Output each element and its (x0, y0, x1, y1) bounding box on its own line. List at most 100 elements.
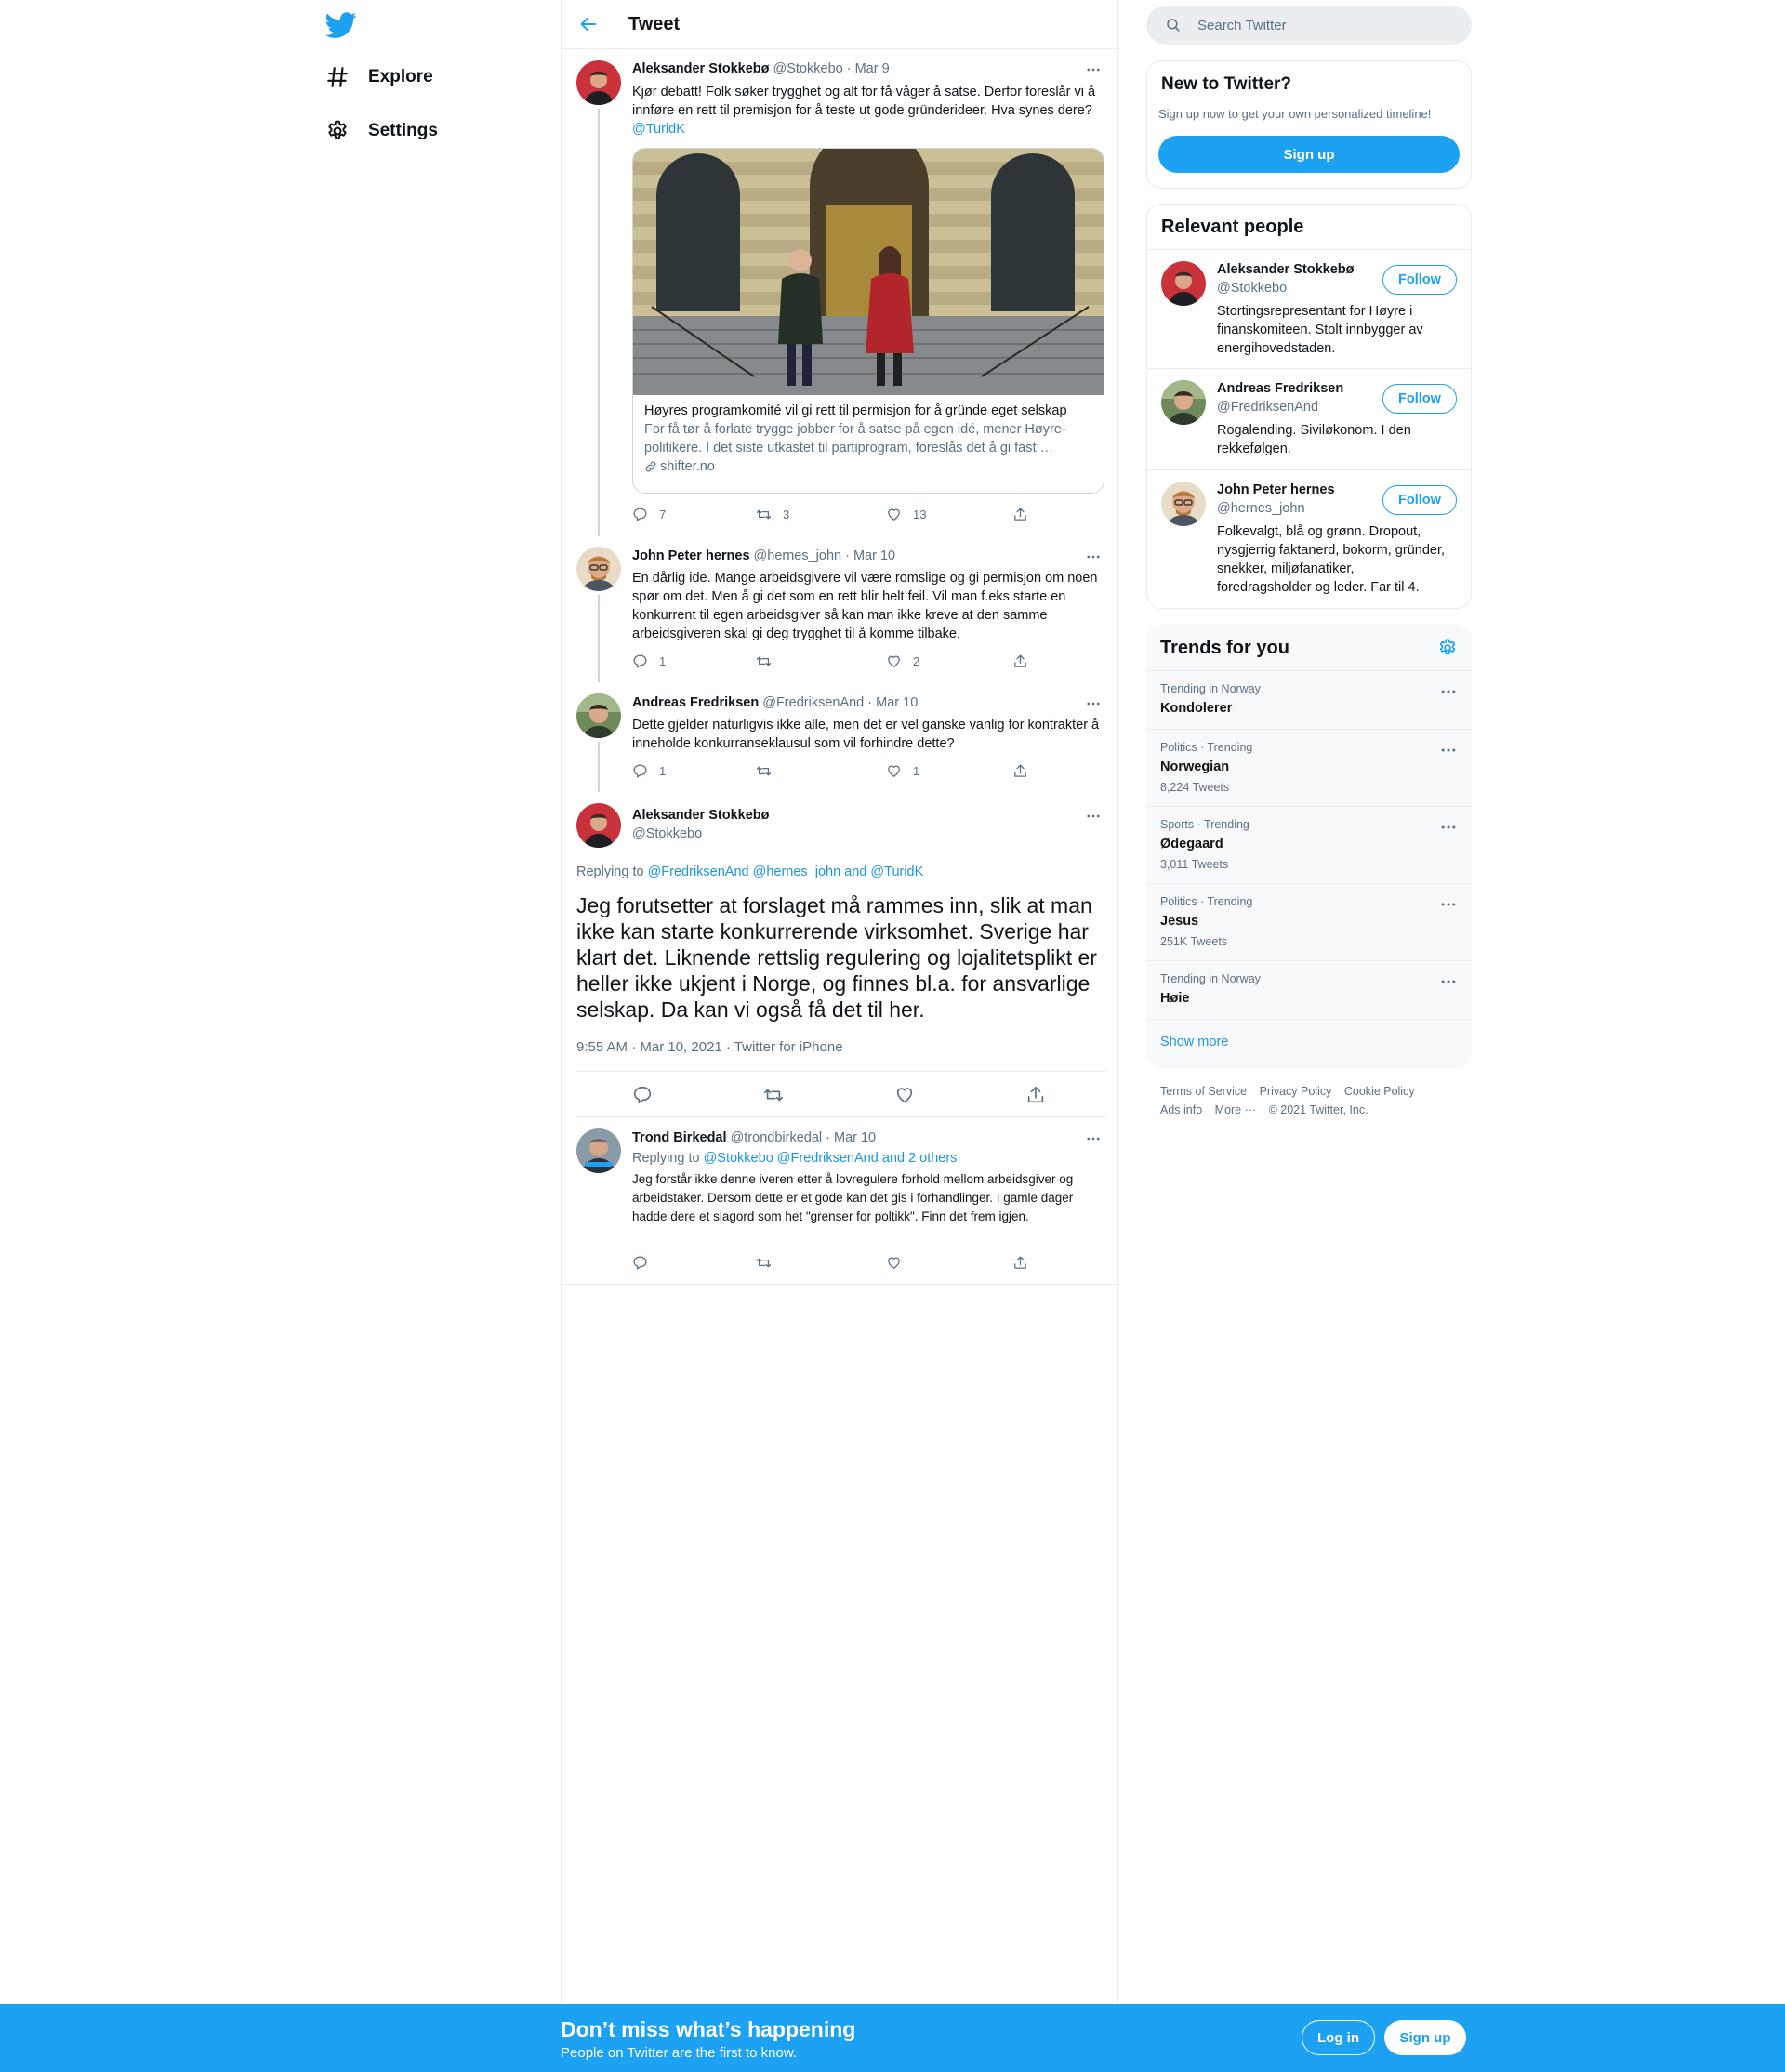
login-button[interactable]: Log in (1302, 2020, 1375, 2055)
reply-button[interactable]: 1 (632, 763, 666, 779)
footer-more[interactable]: More ··· (1215, 1101, 1256, 1119)
trend-more-button[interactable] (1439, 818, 1458, 835)
author-meta[interactable]: @Stokkebo · Mar 9 (774, 61, 890, 76)
link-card[interactable]: Høyres programkomité vil gi rett til per… (632, 148, 1104, 494)
more-options-button[interactable] (1082, 61, 1104, 78)
reply-button[interactable]: 1 (632, 653, 666, 669)
person-name[interactable]: Andreas Fredriksen (1217, 381, 1343, 396)
banner-subtitle: People on Twitter are the first to know. (561, 2045, 798, 2061)
trends-settings-button[interactable] (1437, 638, 1458, 658)
author-name[interactable]: Andreas Fredriksen (632, 695, 759, 710)
trend-item[interactable]: Sports · Trending Ødegaard 3,011 Tweets (1146, 806, 1472, 883)
thread-tweet[interactable]: Andreas Fredriksen @FredriksenAnd · Mar … (562, 682, 1119, 792)
trend-item[interactable]: Politics · Trending Norwegian 8,224 Twee… (1146, 729, 1472, 806)
person-card[interactable]: Andreas Fredriksen @FredriksenAnd Rogale… (1147, 368, 1471, 469)
reply-button[interactable] (632, 1085, 653, 1105)
follow-button[interactable]: Follow (1382, 485, 1457, 515)
nav-settings[interactable]: Settings (325, 108, 438, 154)
replying-mentions[interactable]: @FredriksenAnd @hernes_john and @TuridK (648, 864, 924, 879)
more-options-button[interactable] (1082, 548, 1104, 565)
share-button[interactable] (1012, 507, 1039, 522)
like-button[interactable]: 2 (886, 653, 919, 669)
search-input[interactable] (1197, 17, 1458, 33)
avatar[interactable] (576, 1128, 621, 1173)
thread-tweet[interactable]: John Peter hernes @hernes_john · Mar 10 … (562, 535, 1119, 682)
trend-item[interactable]: Politics · Trending Jesus 251K Tweets (1146, 883, 1472, 960)
author-name[interactable]: Aleksander Stokkebø (632, 61, 769, 76)
more-options-button[interactable] (1082, 695, 1104, 712)
trend-more-button[interactable] (1439, 972, 1458, 989)
author-name[interactable]: Aleksander Stokkebø (632, 808, 769, 823)
header: Tweet (562, 0, 1119, 49)
avatar[interactable] (1161, 380, 1206, 425)
person-handle[interactable]: @FredriksenAnd (1217, 400, 1318, 415)
author-handle[interactable]: @Stokkebo (632, 826, 702, 841)
trend-more-button[interactable] (1439, 741, 1458, 758)
more-options-button[interactable] (1082, 808, 1104, 825)
avatar[interactable] (1161, 482, 1206, 526)
signup-button[interactable]: Sign up (1158, 136, 1460, 173)
main-tweet-timestamp[interactable]: 9:55 AM · Mar 10, 2021 · Twitter for iPh… (576, 1039, 843, 1055)
trends-title: Trends for you (1160, 638, 1289, 658)
follow-button[interactable]: Follow (1382, 384, 1457, 414)
replying-prefix: Replying to (632, 1151, 700, 1166)
author-name[interactable]: Trond Birkedal (632, 1130, 727, 1145)
retweet-button[interactable] (756, 1255, 783, 1271)
person-card[interactable]: Aleksander Stokkebø @Stokkebo Stortingsr… (1147, 249, 1471, 368)
share-button[interactable] (1025, 1085, 1046, 1105)
person-card[interactable]: John Peter hernes @hernes_john Folkevalg… (1147, 469, 1471, 609)
show-more-row: Show more (1146, 1019, 1472, 1067)
trend-item[interactable]: Trending in Norway Høie (1146, 960, 1472, 1019)
gear-icon (1439, 639, 1456, 655)
trend-more-button[interactable] (1439, 682, 1458, 699)
trend-more-button[interactable] (1439, 895, 1458, 912)
tweet-actions: 1 1 (632, 763, 1041, 782)
nav-explore[interactable]: Explore (325, 54, 433, 100)
author-meta[interactable]: @hernes_john · Mar 10 (754, 548, 896, 563)
retweet-button[interactable] (763, 1085, 784, 1105)
back-button[interactable] (573, 8, 604, 40)
reply-tweet[interactable]: Trond Birkedal @trondbirkedal · Mar 10 R… (562, 1117, 1119, 1285)
more-options-button[interactable] (1082, 1130, 1104, 1147)
like-button[interactable] (886, 1255, 913, 1271)
share-button[interactable] (1012, 1255, 1039, 1271)
like-button[interactable]: 1 (886, 763, 919, 779)
avatar[interactable] (1161, 261, 1206, 306)
person-handle[interactable]: @Stokkebo (1217, 281, 1287, 296)
share-button[interactable] (1012, 653, 1039, 669)
share-icon (1014, 508, 1026, 521)
tweet-actions: 1 2 (632, 653, 1041, 672)
footer-terms[interactable]: Terms of Service (1160, 1082, 1247, 1101)
author-meta[interactable]: @FredriksenAnd · Mar 10 (762, 695, 918, 710)
person-name[interactable]: John Peter hernes (1217, 482, 1335, 497)
avatar[interactable] (576, 60, 621, 105)
replying-mentions[interactable]: @Stokkebo @FredriksenAnd and 2 others (704, 1151, 958, 1166)
thread-tweet[interactable]: Aleksander Stokkebø @Stokkebo · Mar 9 Kj… (562, 49, 1119, 536)
retweet-button[interactable]: 3 (756, 507, 789, 522)
like-button[interactable] (894, 1085, 915, 1105)
like-button[interactable]: 13 (886, 507, 926, 522)
author-name[interactable]: John Peter hernes (632, 548, 750, 563)
avatar[interactable] (576, 803, 621, 848)
share-button[interactable] (1012, 763, 1039, 779)
person-name[interactable]: Aleksander Stokkebø (1217, 262, 1354, 277)
follow-button[interactable]: Follow (1382, 265, 1457, 295)
footer-privacy[interactable]: Privacy Policy (1260, 1082, 1332, 1101)
reply-button[interactable] (632, 1255, 659, 1271)
trend-item[interactable]: Trending in Norway Kondolerer (1146, 670, 1472, 729)
person-handle[interactable]: @hernes_john (1217, 501, 1305, 516)
avatar[interactable] (576, 693, 621, 738)
search-bar[interactable] (1146, 6, 1472, 45)
banner-signup-button[interactable]: Sign up (1384, 2020, 1466, 2055)
footer-cookie[interactable]: Cookie Policy (1344, 1082, 1415, 1101)
footer-ads-info[interactable]: Ads info (1160, 1101, 1202, 1119)
reply-count: 7 (659, 508, 667, 521)
reply-button[interactable]: 7 (632, 507, 666, 522)
author-meta[interactable]: @trondbirkedal · Mar 10 (731, 1130, 877, 1145)
retweet-button[interactable] (756, 653, 783, 669)
avatar[interactable] (576, 547, 621, 591)
show-more-link[interactable]: Show more (1160, 1035, 1228, 1049)
mention-link[interactable]: @TuridK (632, 122, 685, 137)
twitter-bird-icon[interactable] (324, 9, 357, 41)
retweet-button[interactable] (756, 763, 783, 779)
